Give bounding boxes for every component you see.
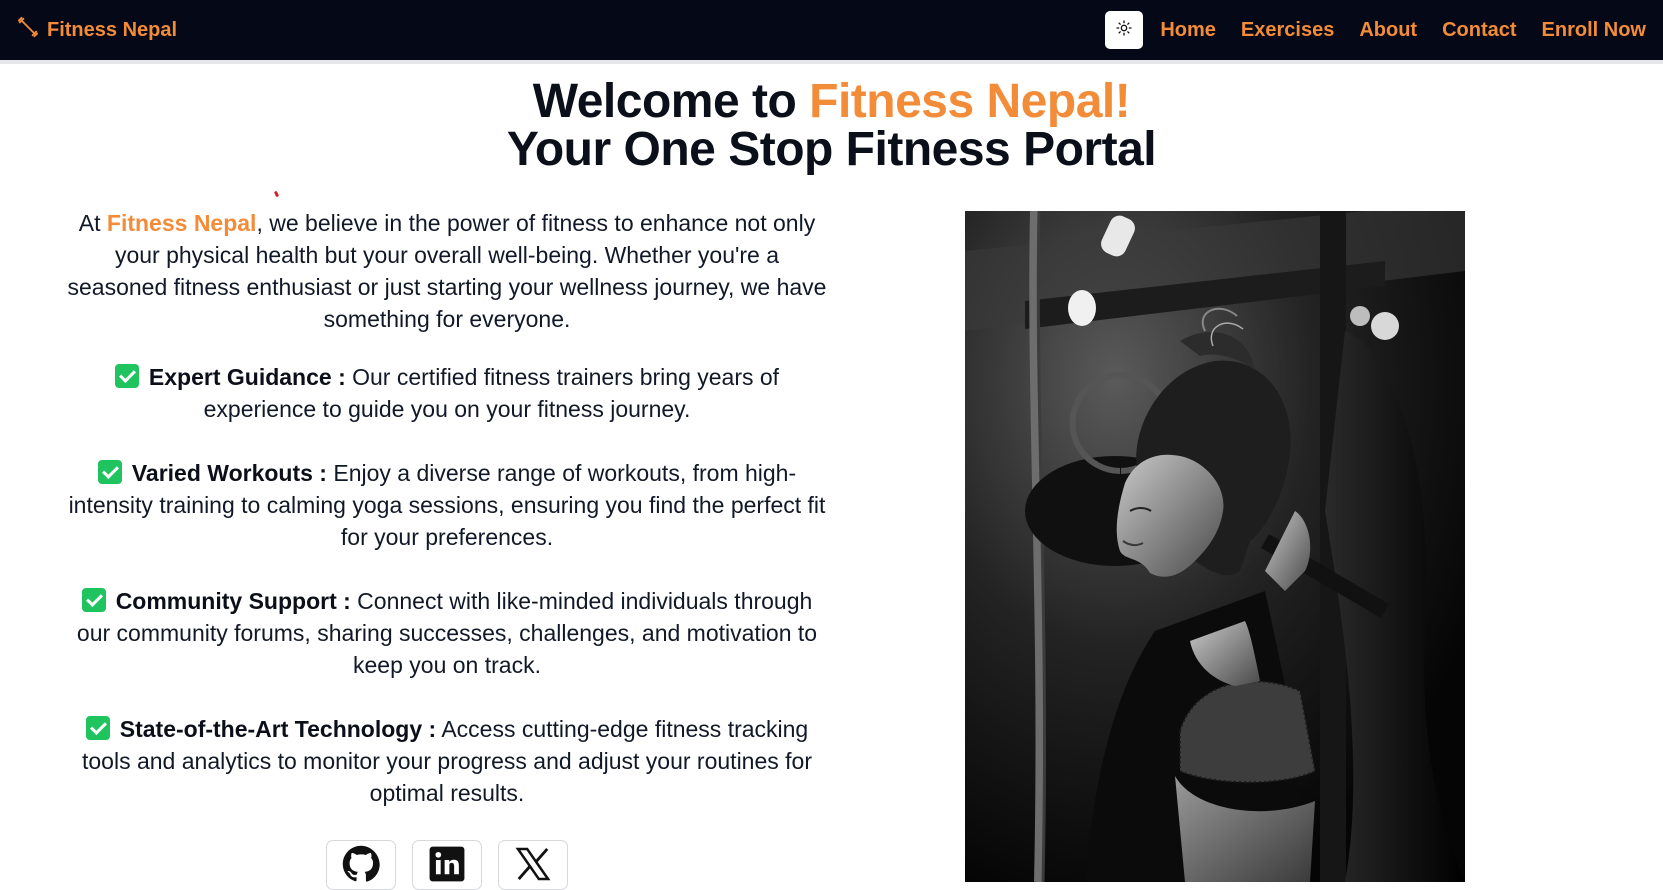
x-button[interactable] [498,840,568,890]
nav-home[interactable]: Home [1160,19,1216,42]
nav-enroll-now[interactable]: Enroll Now [1542,19,1646,42]
feature-community-support: Community Support : Connect with like-mi… [62,585,832,681]
stray-mark [273,190,280,198]
hero-image [965,211,1465,882]
sun-icon [1116,19,1132,41]
checkmark-icon [97,460,122,484]
title-accent: Fitness Nepal! [809,75,1131,128]
feature-title: Community Support : [115,588,351,614]
feature-varied-workouts: Varied Workouts : Enjoy a diverse range … [62,457,832,553]
title-subtitle: Your One Stop Fitness Portal [506,123,1157,176]
dumbbell-icon [17,16,39,44]
brand-link[interactable]: Fitness Nepal [17,16,177,44]
feature-title: Varied Workouts : [131,460,327,486]
nav-about[interactable]: About [1359,19,1417,42]
intro-brand: Fitness Nepal [106,210,257,236]
intro-section: At Fitness Nepal, we believe in the powe… [62,207,832,841]
feature-technology: State-of-the-Art Technology : Access cut… [62,713,832,809]
feature-expert-guidance: Expert Guidance : Our certified fitness … [62,361,832,425]
theme-toggle-button[interactable] [1105,11,1144,49]
social-links [326,840,568,890]
github-button[interactable] [326,840,396,890]
checkmark-icon [85,716,110,740]
nav-exercises[interactable]: Exercises [1241,19,1334,42]
navbar-divider [0,60,1663,64]
checkmark-icon [81,588,106,612]
nav-contact[interactable]: Contact [1442,19,1516,42]
intro-paragraph: At Fitness Nepal, we believe in the powe… [62,207,832,335]
feature-title: Expert Guidance : [148,364,346,390]
brand-name: Fitness Nepal [47,18,178,41]
navbar: Fitness Nepal Home Exercises About Conta… [0,0,1663,60]
intro-prefix: At [78,210,107,236]
title-prefix: Welcome to [532,75,810,128]
page-title: Welcome to Fitness Nepal! Your One Stop … [0,78,1663,174]
feature-title: State-of-the-Art Technology : [119,716,437,742]
linkedin-button[interactable] [412,840,482,890]
checkmark-icon [114,364,139,388]
nav-links: Home Exercises About Contact Enroll Now [1105,11,1646,49]
